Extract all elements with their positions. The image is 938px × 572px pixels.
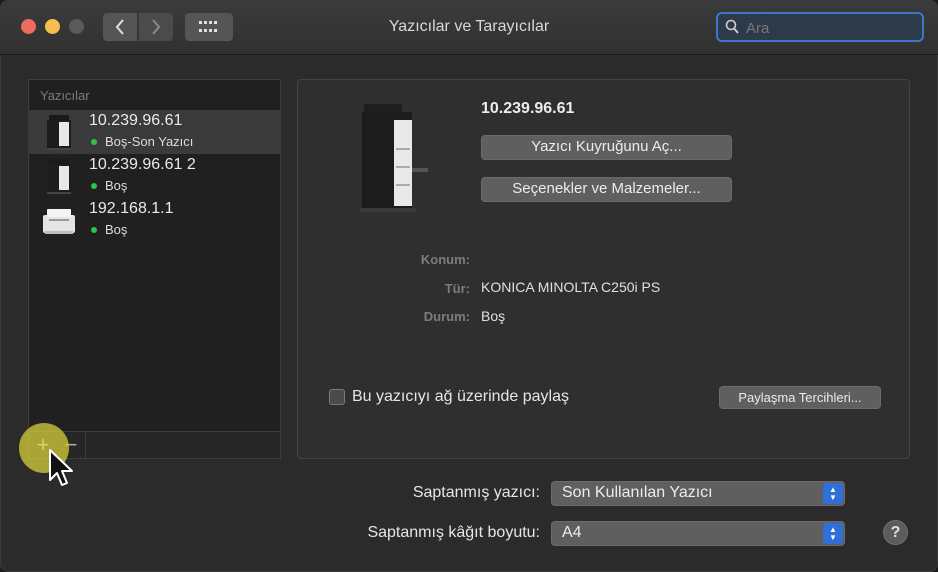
- laser-printer-icon: [43, 209, 75, 234]
- kind-value: KONICA MINOLTA C250i PS: [481, 279, 661, 295]
- share-printer-checkbox[interactable]: [329, 389, 345, 405]
- printer-status: Boş-Son Yazıcı: [105, 134, 194, 149]
- printer-list-item[interactable]: 10.239.96.61 Boş-Son Yazıcı: [29, 110, 280, 154]
- printer-status: Boş: [105, 178, 128, 193]
- printer-list-item[interactable]: 192.168.1.1 Boş: [29, 198, 280, 242]
- status-dot: [91, 227, 97, 233]
- status-value: Boş: [481, 308, 506, 324]
- default-paper-size-select[interactable]: A4 ▲ ▼: [551, 521, 845, 546]
- printer-detail-pane: 10.239.96.61 Yazıcı Kuyruğunu Aç... Seçe…: [297, 79, 910, 459]
- popup-arrows-icon: ▲ ▼: [823, 483, 843, 504]
- printer-list-header: Yazıcılar: [40, 88, 90, 103]
- search-input[interactable]: [744, 17, 918, 39]
- default-printer-select[interactable]: Son Kullanılan Yazıcı ▲ ▼: [551, 481, 845, 506]
- printer-status: Boş: [105, 222, 128, 237]
- options-supplies-button[interactable]: Seçenekler ve Malzemeler...: [481, 177, 732, 202]
- help-button[interactable]: ?: [883, 520, 908, 545]
- default-paper-size-value: A4: [562, 524, 582, 541]
- title-bar: Yazıcılar ve Tarayıcılar: [0, 0, 938, 55]
- status-dot: [91, 139, 97, 145]
- status-dot: [91, 183, 97, 189]
- default-printer-label: Saptanmış yazıcı:: [412, 484, 540, 501]
- printer-name: 10.239.96.61: [89, 112, 183, 129]
- printer-image-icon: [360, 104, 428, 212]
- default-paper-size-label: Saptanmış kâğıt boyutu:: [367, 524, 540, 541]
- sharing-preferences-button[interactable]: Paylaşma Tercihleri...: [719, 386, 881, 409]
- mfp-printer-icon: [47, 115, 71, 150]
- popup-arrows-icon: ▲ ▼: [823, 523, 843, 544]
- printer-name: 192.168.1.1: [89, 200, 174, 217]
- status-label: Durum:: [423, 309, 470, 324]
- printer-list-item[interactable]: 10.239.96.61 2 Boş: [29, 154, 280, 198]
- printers-scanners-window: Yazıcılar ve Tarayıcılar Yazıcılar 10.23…: [0, 0, 938, 572]
- location-label: Konum:: [420, 252, 470, 267]
- printer-title: 10.239.96.61: [481, 100, 575, 117]
- mouse-pointer-icon: [49, 449, 73, 486]
- kind-label: Tür:: [444, 281, 470, 296]
- open-print-queue-button[interactable]: Yazıcı Kuyruğunu Aç...: [481, 135, 732, 160]
- printer-list: Yazıcılar 10.239.96.61 Boş-Son Yazıcı 10…: [28, 79, 281, 459]
- printer-name: 10.239.96.61 2: [89, 156, 196, 173]
- search-icon: [725, 19, 739, 34]
- mfp-printer-icon: [47, 159, 71, 194]
- search-field[interactable]: [716, 12, 924, 42]
- default-printer-value: Son Kullanılan Yazıcı: [562, 484, 713, 501]
- share-printer-label[interactable]: Bu yazıcıyı ağ üzerinde paylaş: [352, 388, 569, 406]
